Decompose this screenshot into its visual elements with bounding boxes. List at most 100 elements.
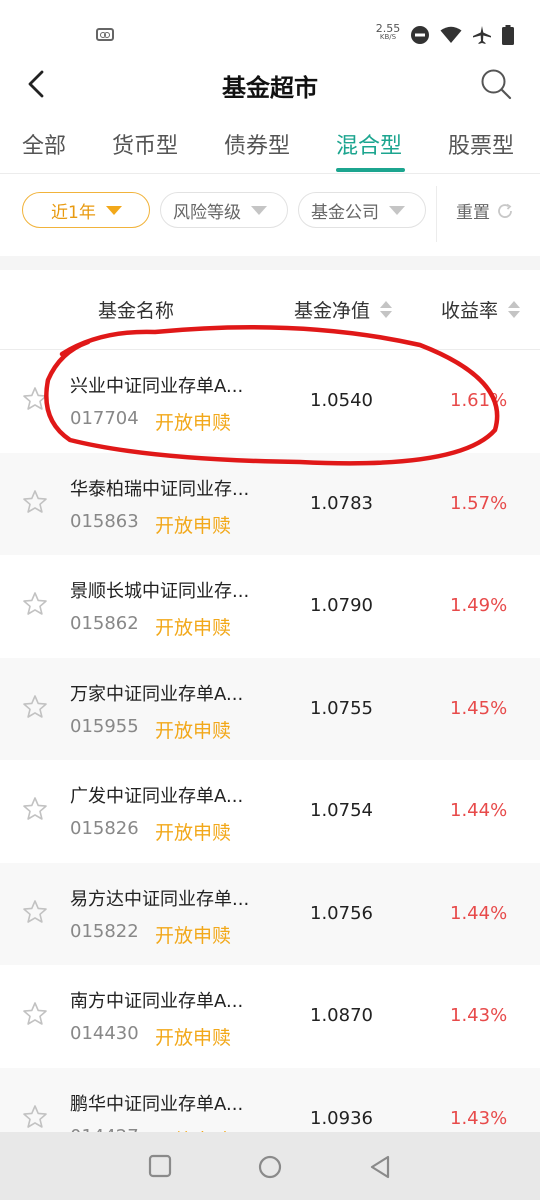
table-row[interactable]: 易方达中证同业存单... 015822 开放申赎 1.0756 1.44% [0,862,540,965]
star-icon[interactable] [22,796,48,822]
triangle-nav-icon[interactable] [368,1154,392,1180]
table-row[interactable]: 兴业中证同业存单A... 017704 开放申赎 1.0540 1.61% [0,350,540,453]
battery-icon [502,25,514,45]
period-filter[interactable]: 近1年 [22,192,150,228]
section-gap [0,256,540,270]
risk-filter[interactable]: 风险等级 [160,192,288,228]
company-filter[interactable]: 基金公司 [298,192,426,228]
table-row[interactable]: 南方中证同业存单A... 014430 开放申赎 1.0870 1.43% [0,965,540,1068]
square-nav-icon[interactable] [148,1154,172,1178]
sort-icon [508,301,521,318]
dnd-icon [411,26,429,44]
fund-nav: 1.0755 [310,697,373,719]
wifi-icon [440,26,462,43]
refresh-icon [498,203,512,218]
star-icon[interactable] [22,1104,48,1130]
fund-return: 1.44% [450,902,508,924]
airplane-icon [473,26,491,44]
reset-label: 重置 [456,203,490,223]
search-icon [481,69,512,100]
tab-stock[interactable]: 股票型 [448,128,514,160]
fund-name: 广发中证同业存单A... [70,786,244,807]
col-nav-sort[interactable]: 基金净值 [294,296,393,323]
fund-list: 兴业中证同业存单A... 017704 开放申赎 1.0540 1.61% 华泰柏瑞中证同… [0,350,540,1170]
dropdown-caret-icon [251,205,267,215]
fund-status: 开放申赎 [155,1027,232,1049]
sort-icon [380,301,393,318]
network-speed: 2.55 KB/S [374,22,402,42]
col-return-sort[interactable]: 收益率 [441,296,521,323]
col-return-label: 收益率 [441,300,499,322]
fund-code: 015822 [70,920,139,942]
fund-return: 1.45% [450,697,508,719]
voicemail-icon [96,28,114,41]
col-nav-label: 基金净值 [294,300,371,322]
fund-status: 开放申赎 [155,822,232,844]
fund-nav: 1.0936 [310,1107,373,1129]
star-icon[interactable] [22,694,48,720]
fund-code: 015863 [70,510,139,532]
fund-return: 1.57% [450,492,508,514]
col-fund-name: 基金名称 [98,296,174,323]
filter-bar: 近1年 风险等级 基金公司 重置 [0,186,540,242]
tab-bond[interactable]: 债券型 [224,128,290,160]
col-fund-name-label: 基金名称 [98,300,175,322]
fund-status: 开放申赎 [155,924,232,947]
active-tab-indicator [336,168,405,172]
fund-status: 开放申赎 [155,412,232,434]
fund-status: 开放申赎 [155,617,232,639]
star-icon[interactable] [22,899,48,925]
fund-code: 014430 [70,1023,139,1044]
fund-nav: 1.0754 [310,800,373,821]
app-header: 基金超市 [0,60,540,110]
fund-name: 万家中证同业存单A... [70,683,244,705]
fund-status: 开放申赎 [155,514,232,537]
fund-type-tabs: 全部 货币型 债券型 混合型 股票型 [0,122,540,174]
star-icon[interactable] [22,1001,48,1027]
fund-nav: 1.0783 [310,492,373,514]
fund-name: 景顺长城中证同业存... [70,581,250,602]
system-nav-bar [0,1132,540,1200]
fund-name: 南方中证同业存单A... [70,991,244,1012]
fund-status: 开放申赎 [155,719,232,742]
dropdown-caret-icon [105,205,122,215]
tab-money[interactable]: 货币型 [112,128,178,160]
risk-filter-label: 风险等级 [173,202,241,223]
table-row[interactable]: 万家中证同业存单A... 015955 开放申赎 1.0755 1.45% [0,657,540,760]
fund-name: 兴业中证同业存单A... [70,376,244,397]
status-bar: 2.55 KB/S [0,0,540,66]
table-row[interactable]: 广发中证同业存单A... 015826 开放申赎 1.0754 1.44% [0,760,540,863]
fund-return: 1.49% [450,595,508,616]
fund-code: 015826 [70,818,139,839]
company-filter-label: 基金公司 [311,202,379,223]
tab-mixed[interactable]: 混合型 [336,128,402,160]
fund-name: 易方达中证同业存单... [70,888,250,910]
fund-return: 1.43% [450,1107,508,1129]
dropdown-caret-icon [389,205,405,215]
fund-return: 1.43% [450,1005,508,1026]
star-icon[interactable] [22,489,48,515]
page-title: 基金超市 [222,74,318,102]
fund-return: 1.61% [450,390,508,411]
fund-nav: 1.0790 [310,595,373,616]
network-speed-value: 2.55 [375,22,401,35]
table-header: 基金名称 基金净值 收益率 [0,270,540,350]
circle-nav-icon[interactable] [257,1154,283,1180]
table-row[interactable]: 景顺长城中证同业存... 015862 开放申赎 1.0790 1.49% [0,555,540,658]
star-icon[interactable] [22,386,48,412]
period-filter-label: 近1年 [51,202,96,223]
tab-all[interactable]: 全部 [22,128,66,160]
fund-code: 015862 [70,613,139,634]
filter-divider [436,186,437,242]
reset-button[interactable]: 重置 [456,198,514,223]
fund-nav: 1.0756 [310,902,373,924]
table-row[interactable]: 华泰柏瑞中证同业存... 015863 开放申赎 1.0783 1.57% [0,452,540,555]
search-button[interactable] [476,64,516,104]
fund-nav: 1.0540 [310,390,373,411]
fund-code: 015955 [70,715,139,737]
fund-return: 1.44% [450,800,508,821]
fund-code: 017704 [70,408,139,429]
fund-nav: 1.0870 [310,1005,373,1026]
star-icon[interactable] [22,591,48,617]
fund-name: 华泰柏瑞中证同业存... [70,478,250,500]
